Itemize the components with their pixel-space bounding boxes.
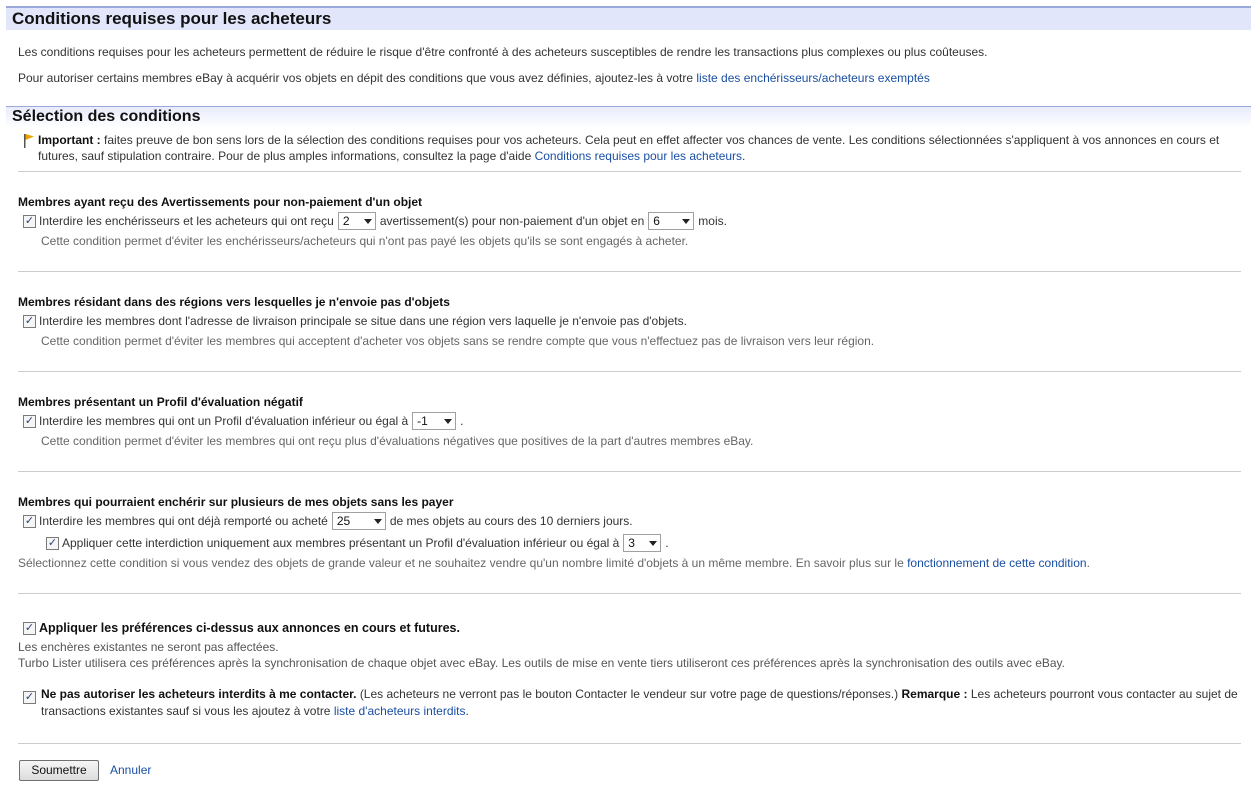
unpaid-months-select[interactable]: 6 — [648, 212, 695, 230]
multi-sub-row: ✓ Appliquer cette interdiction uniquemen… — [46, 533, 669, 553]
multi-checkbox[interactable]: ✓ — [23, 514, 36, 528]
multi-label-a: Interdire les membres qui ont déjà rempo… — [39, 514, 328, 528]
cancel-link[interactable]: Annuler — [110, 763, 151, 777]
submit-button[interactable]: Soumettre — [19, 760, 99, 781]
divider — [18, 471, 1241, 472]
region-note: Cette condition permet d'éviter les memb… — [41, 334, 875, 348]
region-group-title: Membres résidant dans des régions vers l… — [18, 295, 450, 309]
condition-info-link[interactable]: fonctionnement de cette condition — [907, 556, 1086, 570]
divider — [18, 371, 1241, 372]
page-title: Conditions requises pour les acheteurs — [12, 9, 332, 28]
chevron-down-icon — [682, 218, 691, 224]
intro-text-1: Les conditions requises pour les acheteu… — [18, 45, 988, 59]
contact-checkbox-row: ✓ — [23, 688, 39, 706]
unpaid-group-title: Membres ayant reçu des Avertissements po… — [18, 195, 423, 209]
multi-sub-label-a: Appliquer cette interdiction uniquement … — [62, 536, 620, 550]
important-label: Important : — [38, 133, 101, 147]
multi-group-title: Membres qui pourraient enchérir sur plus… — [18, 495, 454, 509]
unpaid-months-value: 6 — [653, 214, 660, 228]
multi-sub-value: 3 — [628, 536, 635, 550]
chevron-down-icon — [649, 540, 658, 546]
chevron-down-icon — [444, 418, 453, 424]
help-conditions-link[interactable]: Conditions requises pour les acheteurs — [535, 149, 742, 163]
blocked-buyers-link[interactable]: liste d'acheteurs interdits — [334, 704, 466, 718]
feedback-checkbox[interactable]: ✓ — [23, 414, 36, 428]
chevron-down-icon — [363, 218, 372, 224]
region-checkbox[interactable]: ✓ — [23, 314, 36, 328]
region-label: Interdire les membres dont l'adresse de … — [39, 314, 687, 328]
page-header: Conditions requises pour les acheteurs — [6, 6, 1251, 30]
contact-description: (Les acheteurs ne verront pas le bouton … — [359, 687, 899, 701]
apply-label: Appliquer les préférences ci-dessus aux … — [39, 621, 460, 635]
chevron-down-icon — [373, 518, 382, 524]
multi-label-b: de mes objets au cours des 10 derniers j… — [389, 514, 633, 528]
contact-checkbox[interactable]: ✓ — [23, 690, 36, 704]
divider — [18, 271, 1241, 272]
multi-row: ✓ Interdire les membres qui ont déjà rem… — [23, 511, 633, 531]
divider — [18, 593, 1241, 594]
multi-sub-select[interactable]: 3 — [623, 534, 662, 552]
section-header: Sélection des conditions — [6, 106, 1251, 128]
unpaid-count-value: 2 — [342, 214, 350, 228]
feedback-label-b: . — [460, 414, 464, 428]
unpaid-label-a: Interdire les enchérisseurs et les achet… — [39, 214, 334, 228]
multi-sub-label-b: . — [665, 536, 669, 550]
divider — [18, 743, 1241, 744]
intro-text-2-label: Pour autoriser certains membres eBay à a… — [18, 71, 694, 85]
feedback-label-a: Interdire les membres qui ont un Profil … — [39, 414, 409, 428]
multi-note: Sélectionnez cette condition si vous ven… — [18, 556, 1090, 570]
exempt-list-link[interactable]: liste des enchérisseurs/acheteurs exempt… — [696, 71, 929, 85]
section-title: Sélection des conditions — [12, 108, 201, 125]
multi-note-text: Sélectionnez cette condition si vous ven… — [18, 556, 904, 570]
apply-line-2: Turbo Lister utilisera ces préférences a… — [18, 656, 1065, 670]
apply-line-1: Les enchères existantes ne seront pas af… — [18, 640, 279, 654]
contact-end: . — [465, 704, 469, 718]
unpaid-note: Cette condition permet d'éviter les ench… — [41, 234, 689, 248]
feedback-note: Cette condition permet d'éviter les memb… — [41, 434, 754, 448]
contact-label: Ne pas autoriser les acheteurs interdits… — [41, 687, 357, 701]
important-notice: Important : faites preuve de bon sens lo… — [38, 132, 1238, 164]
unpaid-checkbox[interactable]: ✓ — [23, 214, 36, 228]
contact-text: Ne pas autoriser les acheteurs interdits… — [41, 686, 1241, 720]
apply-row: ✓ Appliquer les préférences ci-dessus au… — [23, 618, 460, 638]
important-end: . — [742, 149, 746, 163]
unpaid-label-b: avertissement(s) pour non-paiement d'un … — [379, 214, 645, 228]
unpaid-label-c: mois. — [698, 214, 727, 228]
unpaid-row: ✓ Interdire les enchérisseurs et les ach… — [23, 211, 727, 231]
feedback-row: ✓ Interdire les membres qui ont un Profi… — [23, 411, 464, 431]
multi-items-value: 25 — [336, 514, 351, 528]
feedback-score-value: -1 — [417, 414, 428, 428]
apply-checkbox[interactable]: ✓ — [23, 621, 36, 635]
multi-sub-checkbox[interactable]: ✓ — [46, 536, 59, 550]
flag-icon — [24, 134, 34, 148]
feedback-group-title: Membres présentant un Profil d'évaluatio… — [18, 395, 303, 409]
remark-label: Remarque : — [901, 687, 968, 701]
region-row: ✓ Interdire les membres dont l'adresse d… — [23, 311, 687, 331]
multi-items-select[interactable]: 25 — [331, 512, 386, 530]
intro-text-2: Pour autoriser certains membres eBay à a… — [18, 71, 930, 85]
unpaid-count-select[interactable]: 2 — [337, 212, 376, 230]
divider — [18, 171, 1241, 172]
feedback-score-select[interactable]: -1 — [412, 412, 457, 430]
multi-note-end: . — [1086, 556, 1090, 570]
